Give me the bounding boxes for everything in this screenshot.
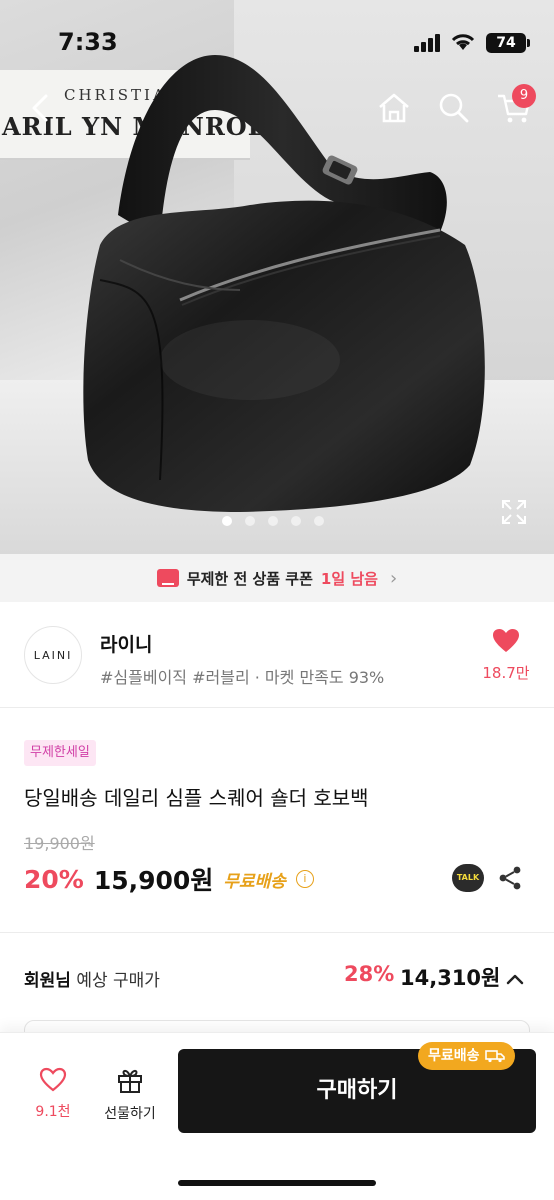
member-price-label: 회원님 예상 구매가 — [24, 971, 160, 991]
search-icon[interactable] — [434, 88, 474, 128]
wish-count: 9.1천 — [35, 1104, 71, 1120]
heart-filled-icon — [493, 629, 519, 652]
cart-count-badge: 9 — [512, 84, 536, 108]
status-bar: 7:33 74 — [0, 0, 554, 80]
pagination-dot[interactable] — [222, 516, 232, 526]
pagination-dot[interactable] — [314, 516, 324, 526]
coupon-banner[interactable]: 무제한 전 상품 쿠폰 1일 남음 › — [0, 554, 554, 602]
member-price-row[interactable]: 회원님 예상 구매가 28% 14,310원 — [0, 952, 554, 1004]
signal-icon — [414, 34, 442, 52]
sale-badge: 무제한세일 — [24, 740, 96, 766]
gift-icon — [118, 1069, 142, 1093]
sale-price: 15,900원 — [93, 866, 214, 895]
kakao-talk-button[interactable]: TALK — [452, 864, 484, 892]
wish-button[interactable]: 9.1천 — [26, 1067, 80, 1127]
member-discount: 28% — [344, 962, 395, 986]
home-indicator — [178, 1180, 376, 1186]
chevron-up-icon[interactable] — [500, 964, 530, 994]
shop-info: LAINI 라이니 #심플베이직 #러블리 · 마켓 만족도 93% 18.7만 — [0, 602, 554, 708]
share-icon[interactable] — [496, 864, 524, 892]
chevron-right-icon: › — [389, 567, 398, 589]
home-icon[interactable] — [374, 88, 414, 128]
member-price: 14,310원 — [400, 966, 501, 990]
truck-icon — [484, 1050, 505, 1063]
coupon-remaining: 1일 남음 — [320, 569, 378, 588]
back-icon[interactable] — [22, 90, 62, 126]
shop-tags: #심플베이직 #러블리 · 마켓 만족도 93% — [100, 668, 385, 687]
shop-logo[interactable]: LAINI — [24, 626, 82, 684]
pagination-dot[interactable] — [291, 516, 301, 526]
heart-outline-icon — [39, 1067, 67, 1092]
shop-name[interactable]: 라이니 — [100, 630, 152, 657]
pagination-dot[interactable] — [245, 516, 255, 526]
section-divider — [0, 932, 554, 933]
wifi-icon — [451, 34, 475, 50]
shop-like-button[interactable]: 18.7만 — [478, 628, 534, 688]
info-icon[interactable]: i — [295, 870, 314, 888]
coupon-icon — [156, 569, 179, 587]
battery-icon: 74 — [486, 33, 530, 53]
free-shipping-pill: 무료배송 — [418, 1042, 515, 1070]
product-title: 당일배송 데일리 심플 스퀘어 숄더 호보백 — [24, 786, 369, 810]
image-pagination — [222, 516, 324, 528]
original-price: 19,900원 — [24, 834, 95, 853]
shop-like-count: 18.7만 — [482, 664, 530, 682]
bag-illustration — [83, 55, 485, 512]
gift-button[interactable]: 선물하기 — [96, 1065, 164, 1127]
expand-icon[interactable] — [500, 498, 528, 526]
gift-label: 선물하기 — [104, 1106, 156, 1122]
price-row: 20% 15,900원 무료배송 i — [24, 862, 314, 896]
pagination-dot[interactable] — [268, 516, 278, 526]
discount-rate: 20% — [24, 864, 84, 894]
free-shipping-label: 무료배송 — [223, 871, 286, 892]
product-image[interactable]: CHRISTIANE ARIL YN MONROE — [0, 0, 554, 554]
coupon-text: 무제한 전 상품 쿠폰 — [186, 569, 313, 588]
status-time: 7:33 — [58, 28, 118, 56]
